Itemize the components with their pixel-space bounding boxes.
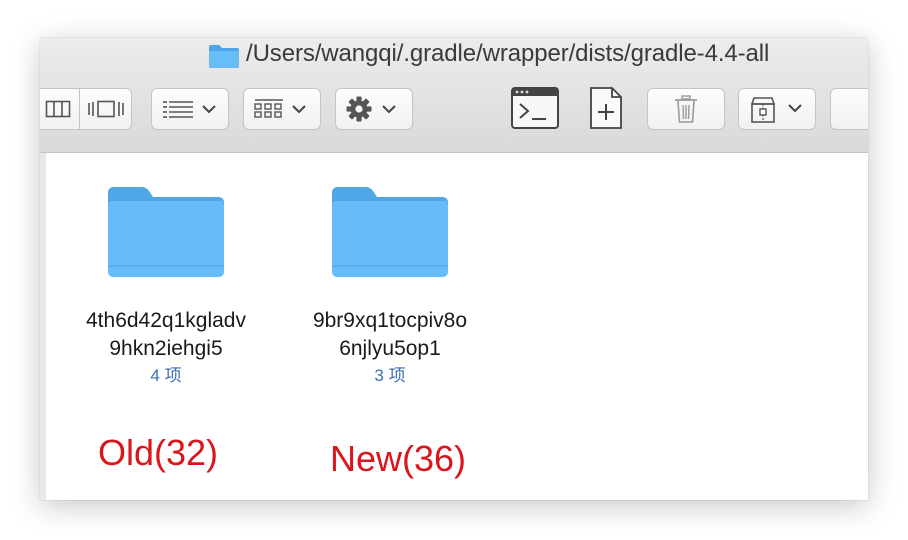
new-file-button[interactable] — [588, 86, 624, 130]
archive-icon — [750, 97, 802, 123]
folder-icon — [332, 187, 448, 277]
terminal-button[interactable] — [510, 86, 560, 130]
gear-icon — [346, 96, 396, 122]
sidebar-edge — [40, 153, 46, 500]
title-bar: /Users/wangqi/.gradle/wrapper/dists/grad… — [40, 38, 868, 76]
terminal-icon — [511, 87, 559, 129]
finder-window: /Users/wangqi/.gradle/wrapper/dists/grad… — [40, 38, 868, 500]
folder-icon — [209, 45, 239, 68]
chevron-down-icon — [292, 105, 306, 114]
chevron-down-icon — [788, 104, 802, 113]
chevron-down-icon — [382, 105, 396, 114]
toolbar — [40, 76, 868, 153]
arrange-button[interactable] — [151, 88, 229, 130]
view-mode-segmented-control[interactable] — [40, 88, 132, 130]
window-title: /Users/wangqi/.gradle/wrapper/dists/grad… — [246, 40, 770, 67]
folder-icon — [108, 187, 224, 277]
folder-item[interactable]: 4th6d42q1kgladv 9hkn2iehgi5 4 项 — [61, 183, 271, 387]
action-button[interactable] — [335, 88, 413, 130]
coverflow-view-icon[interactable] — [87, 99, 125, 119]
columns-view-icon[interactable] — [45, 99, 71, 119]
delete-button[interactable] — [647, 88, 725, 130]
item-count: 4 项 — [150, 366, 182, 385]
group-button[interactable] — [243, 88, 321, 130]
trash-icon — [675, 95, 697, 123]
chevron-down-icon — [202, 105, 216, 114]
share-button[interactable] — [738, 88, 816, 130]
grid-group-icon — [254, 99, 306, 118]
folder-name: 9br9xq1tocpiv8o 6njlyu5op1 — [312, 309, 468, 360]
folder-name: 4th6d42q1kgladv 9hkn2iehgi5 — [86, 309, 246, 360]
folder-item[interactable]: 9br9xq1tocpiv8o 6njlyu5op1 3 项 — [285, 183, 495, 387]
file-browser: 4th6d42q1kgladv 9hkn2iehgi5 4 项 9br9xq1t… — [40, 153, 868, 500]
item-count: 3 项 — [374, 366, 406, 385]
annotation-old: Old(32) — [98, 432, 219, 473]
annotation-new: New(36) — [330, 438, 467, 479]
toolbar-search-button[interactable] — [830, 88, 868, 130]
list-arrange-icon — [163, 101, 216, 118]
new-file-icon — [590, 87, 622, 129]
